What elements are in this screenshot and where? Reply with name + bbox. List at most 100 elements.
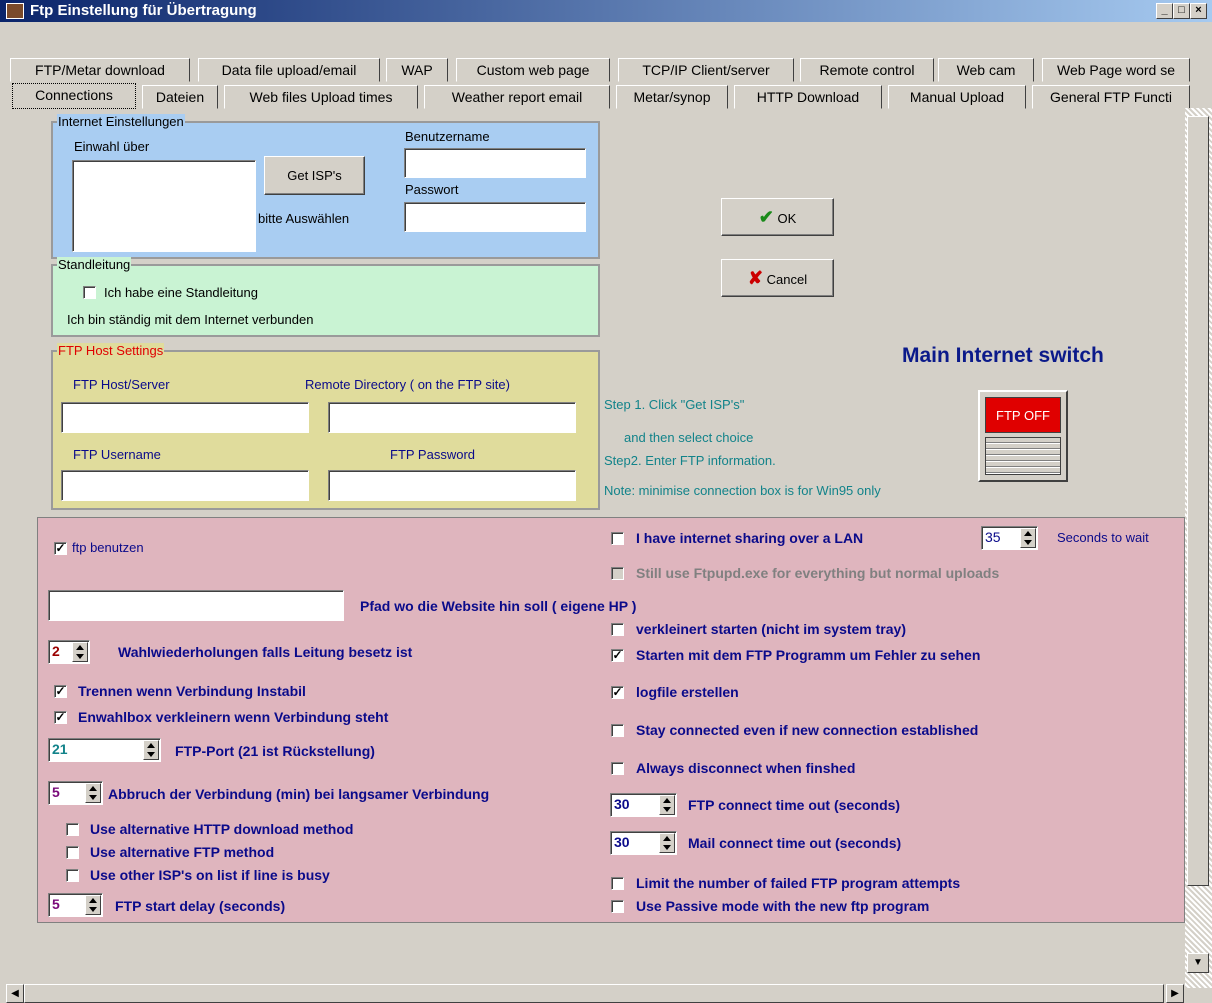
- alt-ftp-checkbox[interactable]: [66, 846, 79, 859]
- tab-web-page-word[interactable]: Web Page word se: [1042, 58, 1190, 82]
- cancel-button[interactable]: ✘ Cancel: [721, 259, 834, 297]
- spinner-arrows-icon[interactable]: [72, 642, 88, 662]
- tab-http-download[interactable]: HTTP Download: [734, 85, 882, 109]
- benutzername-input[interactable]: [404, 148, 586, 178]
- tab-dateien[interactable]: Dateien: [142, 85, 218, 109]
- horizontal-scrollbar[interactable]: ◀ ▶: [6, 984, 1184, 1003]
- ftp-off-indicator: FTP OFF: [985, 397, 1061, 433]
- checkmark-icon: ✔: [758, 207, 774, 227]
- standleitung-legend: Standleitung: [57, 257, 132, 272]
- limit-attempts-checkbox[interactable]: [611, 877, 624, 890]
- ftp-host-legend: FTP Host Settings: [57, 343, 165, 358]
- minimize-button[interactable]: _: [1156, 3, 1173, 19]
- spinner-arrows-icon[interactable]: [659, 833, 675, 853]
- close-button[interactable]: ×: [1190, 3, 1207, 19]
- wahl-spinner[interactable]: 2: [48, 640, 90, 664]
- switch-lever-icon: [985, 437, 1061, 475]
- alt-http-checkbox[interactable]: [66, 823, 79, 836]
- passwort-label: Passwort: [405, 182, 459, 197]
- einwahlbox-label: Enwahlbox verkleinern wenn Verbindung st…: [78, 709, 389, 725]
- port-spinner[interactable]: 21: [48, 738, 161, 762]
- options-panel: ✓ ftp benutzen Pfad wo die Website hin s…: [37, 517, 1185, 923]
- internet-settings-legend: Internet Einstellungen: [57, 114, 185, 129]
- standleitung-panel: Standleitung Ich habe eine Standleitung …: [51, 257, 600, 337]
- ftp-password-input[interactable]: [328, 470, 576, 501]
- tab-custom-web-page[interactable]: Custom web page: [456, 58, 610, 82]
- starten-checkbox[interactable]: ✓: [611, 649, 624, 662]
- ftp-off-switch[interactable]: FTP OFF: [978, 390, 1068, 482]
- ftp-host-label: FTP Host/Server: [73, 377, 170, 392]
- spinner-arrows-icon[interactable]: [143, 740, 159, 760]
- tab-row-2: Connections Dateien Web files Upload tim…: [10, 83, 1190, 111]
- wait-label: Seconds to wait: [1057, 530, 1149, 545]
- maximize-button[interactable]: □: [1173, 3, 1190, 19]
- tab-manual-upload[interactable]: Manual Upload: [888, 85, 1026, 109]
- step1-text: Step 1. Click "Get ISP's": [604, 397, 745, 412]
- scroll-left-icon[interactable]: ◀: [6, 984, 24, 1003]
- tab-general-ftp-functions[interactable]: General FTP Functi: [1032, 85, 1190, 109]
- mail-timeout-value: 30: [614, 834, 630, 850]
- port-label: FTP-Port (21 ist Rückstellung): [175, 743, 375, 759]
- tab-web-cam[interactable]: Web cam: [938, 58, 1034, 82]
- tab-data-file-upload[interactable]: Data file upload/email: [198, 58, 380, 82]
- pfad-input[interactable]: [48, 590, 344, 621]
- app-icon: [6, 3, 24, 19]
- horizontal-scroll-thumb[interactable]: [24, 984, 1164, 1003]
- passwort-input[interactable]: [404, 202, 586, 232]
- tab-tcpip-client-server[interactable]: TCP/IP Client/server: [618, 58, 794, 82]
- delay-value: 5: [52, 896, 60, 912]
- ftp-host-panel: FTP Host Settings FTP Host/Server Remote…: [51, 343, 600, 510]
- ftp-host-input[interactable]: [61, 402, 309, 433]
- still-use-checkbox[interactable]: [611, 567, 624, 580]
- tab-wap[interactable]: WAP: [386, 58, 448, 82]
- wahl-value: 2: [52, 643, 60, 659]
- stay-connected-checkbox[interactable]: [611, 724, 624, 737]
- tab-remote-control[interactable]: Remote control: [800, 58, 934, 82]
- ftp-benutzen-checkbox[interactable]: ✓: [54, 542, 67, 555]
- note-text: Note: minimise connection box is for Win…: [604, 483, 881, 498]
- passive-mode-checkbox[interactable]: [611, 900, 624, 913]
- vertical-scroll-thumb[interactable]: [1187, 116, 1209, 886]
- einwahlbox-checkbox[interactable]: ✓: [54, 711, 67, 724]
- tab-connections[interactable]: Connections: [12, 83, 136, 109]
- wait-value: 35: [985, 529, 1001, 545]
- scroll-right-icon[interactable]: ▶: [1166, 984, 1184, 1003]
- alt-http-label: Use alternative HTTP download method: [90, 821, 354, 837]
- tab-web-files-upload-times[interactable]: Web files Upload times: [224, 85, 418, 109]
- always-disconnect-checkbox[interactable]: [611, 762, 624, 775]
- step1b-text: and then select choice: [624, 430, 754, 445]
- window-title: Ftp Einstellung für Übertragung: [30, 2, 257, 19]
- tab-metar-synop[interactable]: Metar/synop: [616, 85, 728, 109]
- delay-spinner[interactable]: 5: [48, 893, 103, 917]
- spinner-arrows-icon[interactable]: [659, 795, 675, 815]
- lan-label: I have internet sharing over a LAN: [636, 530, 864, 546]
- ftp-timeout-spinner[interactable]: 30: [610, 793, 677, 817]
- vertical-scrollbar[interactable]: ▼: [1185, 108, 1212, 988]
- abbruch-spinner[interactable]: 5: [48, 781, 103, 805]
- ftp-timeout-value: 30: [614, 796, 630, 812]
- remote-directory-input[interactable]: [328, 402, 576, 433]
- standleitung-checkbox[interactable]: [83, 286, 96, 299]
- spinner-arrows-icon[interactable]: [1020, 528, 1036, 548]
- mail-timeout-spinner[interactable]: 30: [610, 831, 677, 855]
- get-isps-button[interactable]: Get ISP's: [264, 156, 365, 195]
- tab-ftp-metar-download[interactable]: FTP/Metar download: [10, 58, 190, 82]
- ftp-username-input[interactable]: [61, 470, 309, 501]
- alt-ftp-label: Use alternative FTP method: [90, 844, 275, 860]
- tab-weather-report-email[interactable]: Weather report email: [424, 85, 610, 109]
- other-isp-checkbox[interactable]: [66, 869, 79, 882]
- isp-list[interactable]: [72, 160, 256, 252]
- verkleinert-checkbox[interactable]: [611, 623, 624, 636]
- lan-checkbox[interactable]: [611, 532, 624, 545]
- trennen-checkbox[interactable]: ✓: [54, 685, 67, 698]
- scroll-down-icon[interactable]: ▼: [1187, 953, 1209, 973]
- spinner-arrows-icon[interactable]: [85, 895, 101, 915]
- mail-timeout-label: Mail connect time out (seconds): [688, 835, 902, 851]
- ftp-benutzen-label: ftp benutzen: [72, 540, 144, 555]
- logfile-checkbox[interactable]: ✓: [611, 686, 624, 699]
- ok-button[interactable]: ✔ OK: [721, 198, 834, 236]
- verkleinert-label: verkleinert starten (nicht im system tra…: [636, 621, 906, 637]
- other-isp-label: Use other ISP's on list if line is busy: [90, 867, 330, 883]
- wait-spinner[interactable]: 35: [981, 526, 1038, 550]
- spinner-arrows-icon[interactable]: [85, 783, 101, 803]
